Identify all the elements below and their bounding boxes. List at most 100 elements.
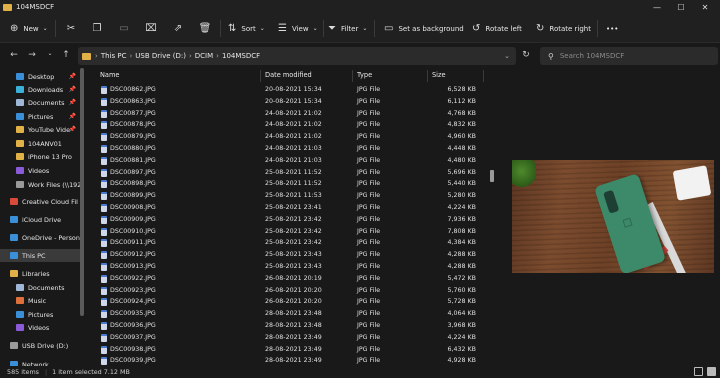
file-row[interactable]: DSC00863.JPG 20-08-2021 15:34 JPG File 6,11…	[88, 96, 493, 108]
folder-icon	[16, 324, 24, 331]
file-type: JPG File	[357, 215, 381, 223]
sort-button[interactable]: ⇅ Sort ⌄	[228, 14, 270, 43]
back-arrow-icon[interactable]: ←	[8, 50, 20, 60]
set-as-background-button[interactable]: ▭ Set as background	[384, 14, 464, 43]
copy-button[interactable]: ❐	[88, 14, 106, 43]
sidebar-item[interactable]: Documents 📌	[0, 96, 84, 109]
file-row[interactable]: DSC00862.JPG 20-08-2021 15:34 JPG File 6,52…	[88, 84, 493, 96]
chevron-down-icon[interactable]: ⌄	[504, 52, 510, 60]
folder-icon	[10, 270, 18, 277]
tiles-view-icon[interactable]	[707, 367, 716, 376]
file-row[interactable]: DSC00936.JPG 28-08-2021 23:48 JPG File 3,96…	[88, 320, 493, 332]
file-row[interactable]: DSC00880.JPG 24-08-2021 21:03 JPG File 4,44…	[88, 143, 493, 155]
sidebar-item[interactable]: Pictures 📌	[0, 110, 84, 123]
cut-button[interactable]: ✂	[62, 14, 80, 43]
sidebar-item[interactable]: USB Drive (D:)	[0, 339, 84, 352]
search-box[interactable]: ⚲	[540, 47, 718, 65]
folder-icon	[16, 73, 24, 80]
close-button[interactable]: ✕	[694, 0, 716, 14]
sidebar-item[interactable]: Music	[0, 294, 84, 307]
rotate-right-button[interactable]: ↻ Rotate right	[536, 14, 591, 43]
chevron-right-icon: ›	[129, 52, 133, 60]
breadcrumb-104msdcf[interactable]: 104MSDCF	[222, 52, 260, 60]
column-divider[interactable]	[352, 70, 353, 82]
file-row[interactable]: DSC00881.JPG 24-08-2021 21:03 JPG File 4,48…	[88, 155, 493, 167]
file-row[interactable]: DSC00877.JPG 24-08-2021 21:02 JPG File 4,76…	[88, 108, 493, 120]
minimize-button[interactable]: —	[646, 0, 668, 14]
share-icon: ⇗	[173, 23, 183, 34]
file-row[interactable]: DSC00924.JPG 26-08-2021 20:20 JPG File 5,72…	[88, 296, 493, 308]
delete-button[interactable]: 🗑	[196, 14, 214, 43]
sidebar-item[interactable]: iCloud Drive	[0, 213, 84, 226]
sidebar-item[interactable]: This PC	[0, 249, 84, 262]
divider	[597, 20, 598, 37]
sidebar-item[interactable]: Work Files (\\192	[0, 178, 84, 191]
maximize-button[interactable]: ☐	[670, 0, 692, 14]
column-divider[interactable]	[260, 70, 261, 82]
file-size: 5,472 KB	[447, 274, 476, 282]
up-arrow-icon[interactable]: ↑	[60, 50, 72, 60]
sidebar-item-label: Videos	[28, 323, 50, 332]
sidebar-item[interactable]: OneDrive - Person	[0, 231, 84, 244]
file-row[interactable]: DSC00923.JPG 26-08-2021 20:20 JPG File 5,76…	[88, 285, 493, 297]
file-row[interactable]: DSC00908.JPG 25-08-2021 23:41 JPG File 4,22…	[88, 202, 493, 214]
share-button[interactable]: ⇗	[169, 14, 187, 43]
rename-button[interactable]: ⌧	[142, 14, 160, 43]
column-divider[interactable]	[483, 70, 484, 82]
file-row[interactable]: DSC00878.JPG 24-08-2021 21:02 JPG File 4,83…	[88, 119, 493, 131]
sidebar-item[interactable]: Pictures	[0, 308, 84, 321]
paste-button[interactable]: ▭	[115, 14, 133, 43]
more-options-button[interactable]: •••	[606, 14, 618, 43]
file-row[interactable]: DSC00913.JPG 25-08-2021 23:43 JPG File 4,28…	[88, 261, 493, 273]
sidebar-item[interactable]: Downloads 📌	[0, 83, 84, 96]
file-row[interactable]: DSC00935.JPG 28-08-2021 23:48 JPG File 4,06…	[88, 308, 493, 320]
sidebar-item[interactable]: Documents	[0, 281, 84, 294]
column-header-type[interactable]: Type	[357, 68, 372, 82]
chevron-down-icon: ⌄	[312, 25, 318, 32]
sidebar-item[interactable]: Videos	[0, 164, 84, 177]
sidebar-item[interactable]: YouTube Vide 📌	[0, 123, 84, 136]
file-row[interactable]: DSC00879.JPG 24-08-2021 21:02 JPG File 4,96…	[88, 131, 493, 143]
sidebar-item[interactable]: Network	[0, 358, 84, 366]
refresh-icon[interactable]: ↻	[520, 50, 532, 60]
address-bar[interactable]: › This PC › USB Drive (D:) › DCIM › 104M…	[78, 47, 516, 65]
file-row[interactable]: DSC00909.JPG 25-08-2021 23:42 JPG File 7,93…	[88, 214, 493, 226]
breadcrumb-usb-drive[interactable]: USB Drive (D:)	[135, 52, 186, 60]
column-divider[interactable]	[427, 70, 428, 82]
file-row[interactable]: DSC00910.JPG 25-08-2021 23:42 JPG File 7,80…	[88, 226, 493, 238]
filter-button[interactable]: ⏷ Filter ⌄	[328, 14, 372, 43]
details-view-icon[interactable]	[694, 367, 703, 376]
breadcrumb-dcim[interactable]: DCIM	[195, 52, 213, 60]
pin-icon: 📌	[68, 113, 76, 120]
sidebar-scrollbar[interactable]	[80, 68, 84, 316]
column-header-date[interactable]: Date modified	[265, 68, 312, 82]
file-row[interactable]: DSC00912.JPG 25-08-2021 23:43 JPG File 4,28…	[88, 249, 493, 261]
new-button[interactable]: ⊕ New ⌄	[10, 14, 53, 43]
sidebar-item[interactable]: Creative Cloud Fil	[0, 195, 84, 208]
file-row[interactable]: DSC00897.JPG 25-08-2021 11:52 JPG File 5,69…	[88, 167, 493, 179]
file-row[interactable]: DSC00937.JPG 28-08-2021 23:49 JPG File 4,22…	[88, 332, 493, 344]
column-header-name[interactable]: Name	[100, 68, 119, 82]
file-row[interactable]: DSC00911.JPG 25-08-2021 23:42 JPG File 4,38…	[88, 237, 493, 249]
sidebar-item[interactable]: 104ANV01	[0, 137, 84, 150]
file-row[interactable]: DSC00899.JPG 25-08-2021 11:53 JPG File 5,28…	[88, 190, 493, 202]
column-header-size[interactable]: Size	[432, 68, 446, 82]
file-row[interactable]: DSC00939.JPG 28-08-2021 23:49 JPG File 4,92…	[88, 355, 493, 366]
forward-arrow-icon[interactable]: →	[26, 50, 38, 60]
sidebar-item[interactable]: Libraries	[0, 267, 84, 280]
sidebar-item-label: Creative Cloud Fil	[22, 197, 78, 206]
file-row[interactable]: DSC00938.JPG 28-08-2021 23:49 JPG File 6,43…	[88, 344, 493, 356]
sidebar-item[interactable]: Videos	[0, 321, 84, 334]
file-date: 26-08-2021 20:19	[265, 274, 322, 282]
sidebar-item[interactable]: iPhone 13 Pro	[0, 150, 84, 163]
file-row[interactable]: DSC00922.JPG 26-08-2021 20:19 JPG File 5,47…	[88, 273, 493, 285]
rotate-left-button[interactable]: ↺ Rotate left	[472, 14, 522, 43]
folder-icon	[16, 181, 24, 188]
file-list-scrollbar[interactable]	[490, 170, 494, 182]
search-input[interactable]	[559, 52, 700, 60]
breadcrumb-this-pc[interactable]: This PC	[101, 52, 127, 60]
recent-chevron-icon[interactable]: ⌄	[44, 50, 56, 57]
sidebar-item[interactable]: Desktop 📌	[0, 70, 84, 83]
file-row[interactable]: DSC00898.JPG 25-08-2021 11:52 JPG File 5,44…	[88, 178, 493, 190]
view-button[interactable]: ☰ View ⌄	[278, 14, 323, 43]
